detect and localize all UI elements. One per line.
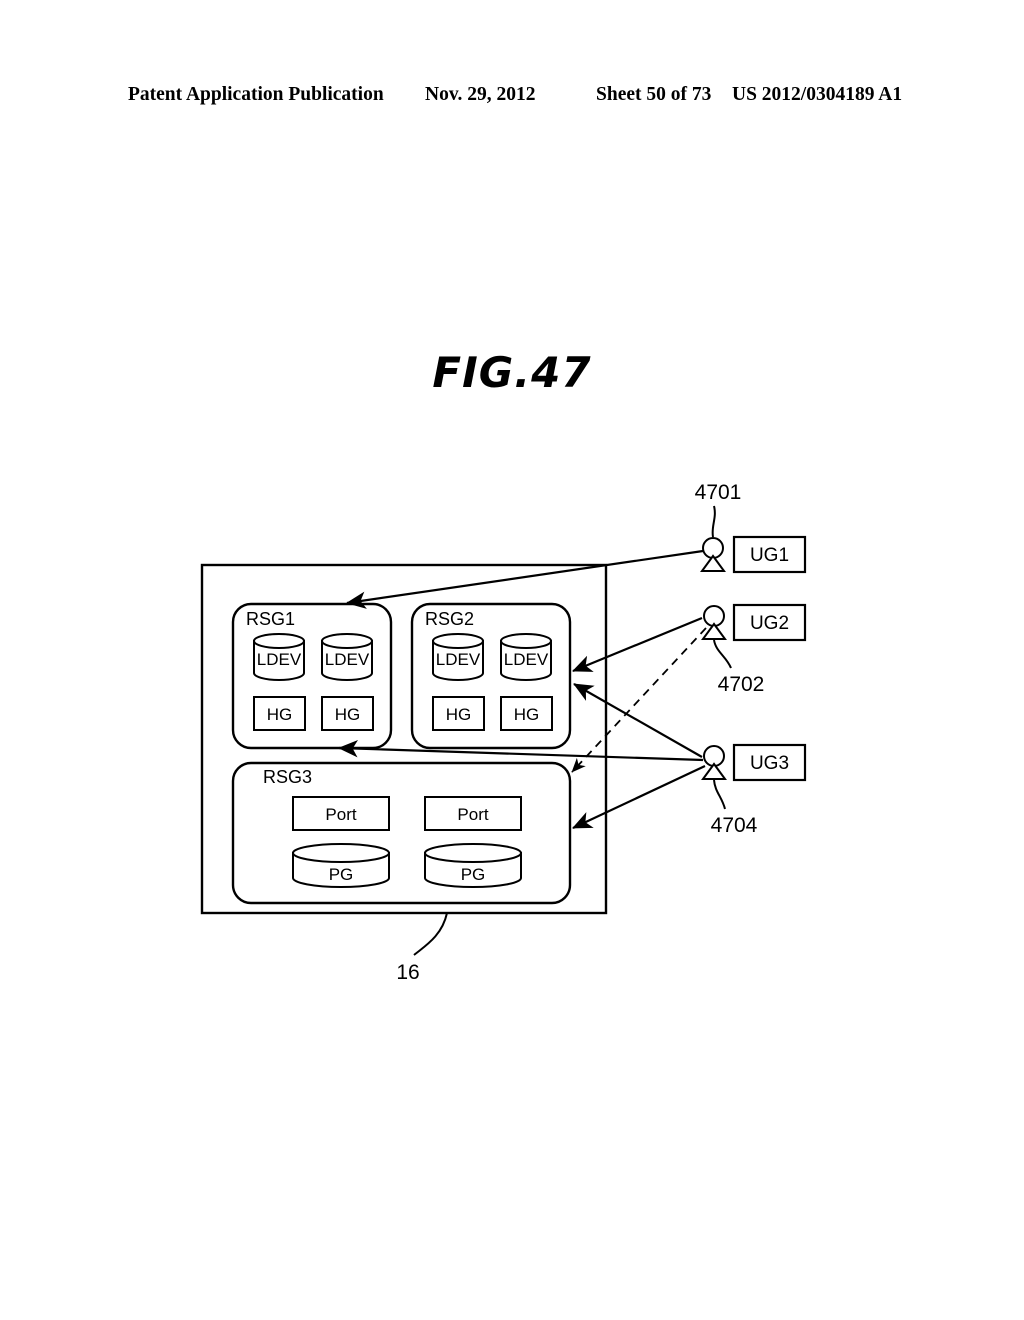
rsg3-port-1-label: Port: [325, 805, 356, 824]
rsg3-label: RSG3: [263, 767, 312, 787]
storage-system-leader-line: [413, 912, 448, 956]
user-group-ug3[interactable]: UG3 4704: [701, 743, 807, 837]
cylinder-top: [292, 843, 390, 863]
cylinder-top: [253, 633, 305, 649]
cylinder-top: [432, 633, 484, 649]
rsg1-hg-2-label: HG: [335, 705, 361, 724]
cylinder-top: [500, 633, 552, 649]
rsg3-pg-1[interactable]: PG: [292, 843, 390, 888]
rsg2-hg-2[interactable]: HG: [500, 696, 553, 731]
user-icon: [700, 537, 726, 572]
storage-system-ref-label: 16: [396, 961, 419, 984]
rsg1-ldev-1-label: LDEV: [257, 650, 302, 669]
rsg1-ldev-2-label: LDEV: [325, 650, 370, 669]
rsg3-port-2[interactable]: Port: [424, 796, 522, 831]
cylinder-top: [321, 633, 373, 649]
rsg1-hg-1[interactable]: HG: [253, 696, 306, 731]
rsg3-pg-2-label: PG: [461, 865, 486, 884]
ug2-ref-leader-line: [713, 639, 732, 669]
rsg1-ldev-2[interactable]: LDEV: [321, 633, 373, 681]
rsg3-port-1[interactable]: Port: [292, 796, 390, 831]
ug1-ref-leader-line: [711, 505, 716, 538]
ug1-ref-label: 4701: [695, 481, 742, 504]
resource-group-rsg1[interactable]: RSG1 LDEV LDEV HG HG: [231, 602, 393, 750]
ug2-ref-label: 4702: [718, 673, 765, 696]
user-body: [701, 762, 727, 780]
rsg1-ldev-1[interactable]: LDEV: [253, 633, 305, 681]
rsg3-pg-1-label: PG: [329, 865, 354, 884]
rsg2-hg-2-label: HG: [514, 705, 540, 724]
rsg2-ldev-2-label: LDEV: [504, 650, 549, 669]
rsg1-hg-2[interactable]: HG: [321, 696, 374, 731]
rsg2-ldev-1[interactable]: LDEV: [432, 633, 484, 681]
ug3-ref-label: 4704: [711, 814, 758, 837]
rsg2-hg-1-label: HG: [446, 705, 472, 724]
resource-group-rsg3[interactable]: RSG3 Port Port PG PG: [231, 761, 572, 905]
user-body: [701, 622, 727, 640]
user-icon: [701, 605, 727, 640]
rsg3-pg-2[interactable]: PG: [424, 843, 522, 888]
user-body: [700, 554, 726, 572]
rsg3-port-2-label: Port: [457, 805, 488, 824]
figure-drawing: 16 RSG1 LDEV LDEV HG HG RSG2 LDEV LDEV H…: [0, 0, 1024, 1320]
ug1-label: UG1: [750, 545, 789, 566]
user-group-ug2[interactable]: UG2 4702: [701, 603, 807, 696]
ug2-label: UG2: [750, 613, 789, 634]
user-icon: [701, 745, 727, 780]
rsg2-hg-1[interactable]: HG: [432, 696, 485, 731]
rsg1-label: RSG1: [246, 609, 295, 629]
cylinder-top: [424, 843, 522, 863]
ug3-label: UG3: [750, 753, 789, 774]
rsg1-hg-1-label: HG: [267, 705, 293, 724]
user-group-ug1[interactable]: UG1 4701: [695, 481, 807, 574]
resource-group-rsg2[interactable]: RSG2 LDEV LDEV HG HG: [410, 602, 572, 750]
rsg2-ldev-2[interactable]: LDEV: [500, 633, 552, 681]
rsg2-ldev-1-label: LDEV: [436, 650, 481, 669]
rsg2-label: RSG2: [425, 609, 474, 629]
ug3-ref-leader-line: [713, 779, 726, 810]
